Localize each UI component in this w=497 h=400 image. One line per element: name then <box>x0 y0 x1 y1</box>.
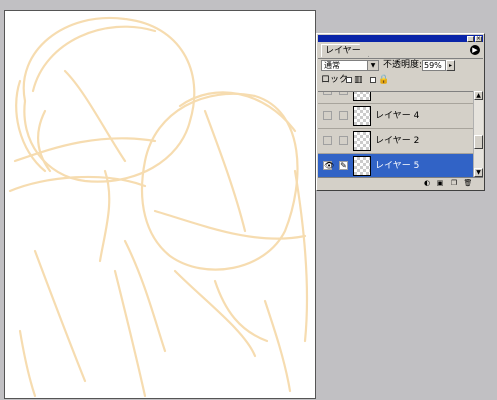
visibility-toggle[interactable] <box>323 136 332 145</box>
layer-name: レイヤー 5 <box>375 161 420 171</box>
link-toggle[interactable] <box>339 111 348 120</box>
layers-panel: _ × レイヤー ▶ 通常 ▼ 不透明度: 59% ▸ ロック: ▥ 🔒 レイヤ… <box>316 33 485 191</box>
scroll-down-icon[interactable]: ▼ <box>474 168 483 177</box>
visibility-toggle[interactable] <box>323 92 332 95</box>
sketch-drawing <box>8 16 309 398</box>
trash-icon[interactable]: 🗑 <box>462 179 474 188</box>
layer-thumbnail <box>353 92 371 101</box>
layer-thumbnail <box>353 131 371 151</box>
eye-icon[interactable]: 👁 <box>323 161 334 170</box>
new-layer-icon[interactable]: ❐ <box>448 179 460 188</box>
brush-icon[interactable]: ✎ <box>339 161 348 170</box>
chevron-down-icon[interactable]: ▼ <box>367 61 378 70</box>
drawing-canvas[interactable] <box>4 10 316 399</box>
layer-row[interactable]: レイヤー 2 <box>318 129 474 154</box>
visibility-toggle[interactable] <box>323 111 332 120</box>
blend-mode-select[interactable]: 通常 ▼ <box>321 60 379 71</box>
scroll-up-icon[interactable]: ▲ <box>474 91 483 100</box>
layer-name: レイヤー 4 <box>375 111 420 121</box>
layer-row[interactable]: レイヤー 4 <box>318 104 474 129</box>
tab-layers[interactable]: レイヤー <box>321 44 369 57</box>
layer-list-scrollbar[interactable]: ▲ ▼ <box>473 91 483 177</box>
layer-row-selected[interactable]: 👁 ✎ レイヤー 5 <box>318 154 474 178</box>
layer-thumbnail <box>353 106 371 126</box>
layer-style-icon[interactable]: ◐ <box>421 179 433 188</box>
opacity-slider-arrow-icon[interactable]: ▸ <box>446 60 455 71</box>
opacity-input[interactable]: 59% <box>422 60 446 71</box>
layer-name: レイヤー 2 <box>375 136 420 146</box>
lock-transparency-checkbox[interactable] <box>346 77 352 83</box>
panel-title-bar[interactable]: _ × <box>318 35 483 42</box>
panel-menu-icon[interactable]: ▶ <box>470 45 480 55</box>
link-toggle[interactable] <box>339 92 348 95</box>
scroll-thumb[interactable] <box>474 135 483 149</box>
blend-mode-value: 通常 <box>324 61 340 70</box>
adjustment-layer-icon[interactable]: ▣ <box>434 179 446 188</box>
lock-all-icon: 🔒 <box>378 75 390 85</box>
layer-thumbnail <box>353 156 371 176</box>
link-toggle[interactable] <box>339 136 348 145</box>
layer-list: レイヤー 4 レイヤー 2 👁 ✎ レイヤー 5 <box>318 91 474 178</box>
lock-position-checkbox[interactable] <box>370 77 376 83</box>
opacity-label: 不透明度: <box>383 60 423 70</box>
panel-bottom-toolbar: ◐ ▣ ❐ 🗑 <box>318 177 483 189</box>
panel-tab-row: レイヤー ▶ <box>318 42 483 59</box>
lock-pixels-icon: ▥ <box>354 75 363 85</box>
layer-row[interactable] <box>318 92 474 104</box>
